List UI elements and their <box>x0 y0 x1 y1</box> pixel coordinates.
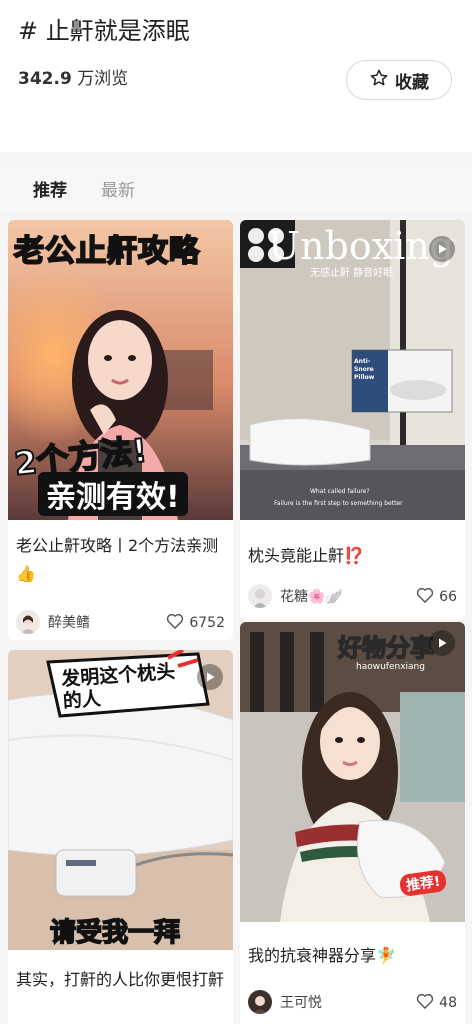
view-count-number: 342.9 <box>18 69 72 89</box>
cover-banner: 亲测有效! <box>38 472 188 516</box>
note-card[interactable]: 老公止鼾攻略 2个方法! 亲测有效! 老公止鼾攻略丨2个方法亲测👍 醉美鳍 67… <box>8 220 233 640</box>
note-caption[interactable]: 我的抗衰神器分享🧚 <box>248 942 396 970</box>
note-cover-image[interactable]: 好物分享 haowufenxiang 推荐! <box>240 622 465 922</box>
topic-title: # 止鼾就是添眠 <box>18 17 190 45</box>
author-name[interactable]: 醉美鳍 <box>48 612 90 632</box>
note-meta: 花糖🌸🪽 66 <box>240 582 465 612</box>
topic-header: # 止鼾就是添眠 342.9 万浏览 收藏 <box>0 0 472 152</box>
view-count: 342.9 万浏览 <box>18 64 128 89</box>
view-count-suffix: 万浏览 <box>77 69 129 89</box>
video-badge <box>197 664 223 690</box>
like-button[interactable]: 6752 <box>165 611 225 635</box>
heart-icon <box>415 991 435 1015</box>
note-caption[interactable]: 枕头竟能止鼾⁉️ <box>248 542 364 570</box>
cover-subtitle: 无感止鼾 静音好眠 <box>310 268 394 279</box>
heart-icon <box>415 585 435 609</box>
avatar[interactable] <box>248 584 272 608</box>
avatar[interactable] <box>16 610 40 634</box>
cover-footer-line: What called failure? <box>310 488 370 495</box>
note-card[interactable]: 好物分享 haowufenxiang 推荐! 我的抗衰神器分享🧚 王可悦 48 <box>240 622 465 1024</box>
cover-footer-line: Failure is the first step to something b… <box>274 500 403 507</box>
note-card[interactable]: Unboxing 无感止鼾 静音好眠 Anti-Snore Pillow Wha… <box>240 220 465 620</box>
video-badge <box>429 630 455 656</box>
like-button[interactable]: 48 <box>415 991 457 1015</box>
play-icon <box>436 240 448 259</box>
like-count: 66 <box>439 589 457 605</box>
like-button[interactable]: 66 <box>415 585 457 609</box>
note-cover-image[interactable]: Unboxing 无感止鼾 静音好眠 Anti-Snore Pillow Wha… <box>240 220 465 520</box>
note-meta: 王可悦 48 <box>240 988 465 1018</box>
note-caption[interactable]: 老公止鼾攻略丨2个方法亲测👍 <box>16 532 226 588</box>
like-count: 6752 <box>189 615 225 631</box>
cover-box-label: Anti-Snore Pillow <box>354 358 375 381</box>
author-name[interactable]: 王可悦 <box>280 992 322 1012</box>
heart-icon <box>165 611 185 635</box>
play-icon <box>436 634 448 653</box>
video-badge <box>429 236 455 262</box>
favorite-label: 收藏 <box>395 72 429 93</box>
author-name[interactable]: 花糖🌸🪽 <box>280 586 343 606</box>
note-cover-image[interactable]: 发明这个枕头的人 请受我一拜 <box>8 650 233 950</box>
cover-subtitle: haowufenxiang <box>356 662 425 672</box>
tab-recommended[interactable]: 推荐 <box>33 176 67 201</box>
section-divider <box>0 152 472 162</box>
cover-banner: 请受我一拜 <box>49 917 181 949</box>
star-icon <box>369 68 389 93</box>
cover-title: 发明这个枕头的人 <box>60 660 176 713</box>
cover-title: 好物分享 <box>337 633 435 663</box>
note-meta: 醉美鳍 6752 <box>8 608 233 638</box>
note-feed: 老公止鼾攻略 2个方法! 亲测有效! 老公止鼾攻略丨2个方法亲测👍 醉美鳍 67… <box>0 212 472 1024</box>
play-icon <box>204 668 216 687</box>
feed-tabs: 推荐 最新 <box>0 162 472 212</box>
favorite-button[interactable]: 收藏 <box>346 60 452 100</box>
avatar[interactable] <box>248 990 272 1014</box>
note-card[interactable]: 发明这个枕头的人 请受我一拜 其实，打鼾的人比你更恨打鼾 <box>8 650 233 1024</box>
note-caption[interactable]: 其实，打鼾的人比你更恨打鼾 <box>16 966 231 994</box>
cover-title: 老公止鼾攻略 <box>13 233 200 270</box>
cover-title: Unboxing <box>268 224 455 268</box>
note-cover-image[interactable]: 老公止鼾攻略 2个方法! 亲测有效! <box>8 220 233 520</box>
tab-latest[interactable]: 最新 <box>101 176 135 201</box>
like-count: 48 <box>439 995 457 1011</box>
